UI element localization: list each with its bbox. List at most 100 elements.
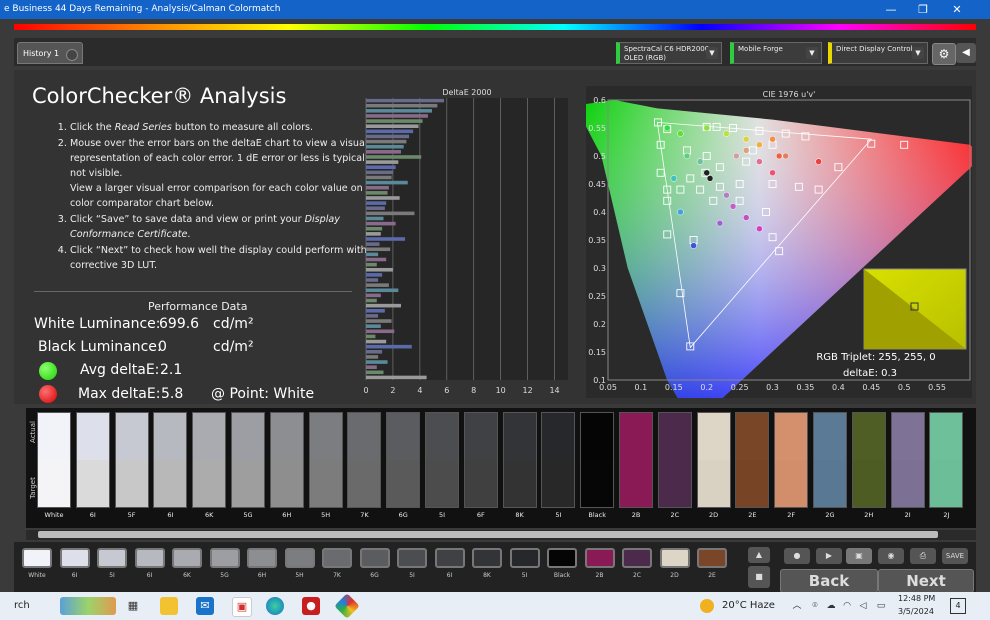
color-swatch[interactable] (425, 412, 459, 508)
color-swatch[interactable] (308, 412, 343, 508)
color-swatch[interactable] (269, 412, 304, 508)
measured-point[interactable] (733, 152, 740, 160)
store-icon[interactable]: ▣ (232, 597, 252, 617)
delta-bar[interactable] (366, 165, 396, 170)
save-button[interactable]: SAVE (942, 548, 968, 564)
minimize-button[interactable]: — (874, 0, 908, 19)
clock-date[interactable]: 3/5/2024 (898, 607, 934, 616)
color-swatch[interactable] (890, 412, 925, 508)
delta-bar[interactable] (366, 175, 392, 180)
print-icon[interactable]: ⎙ (910, 548, 936, 564)
clock-time[interactable]: 12:48 PM (898, 594, 935, 603)
stop-icon[interactable]: ■ (748, 566, 770, 588)
maximize-button[interactable]: ❐ (906, 0, 940, 19)
delta-bar[interactable] (366, 247, 391, 252)
delta-bar[interactable] (366, 262, 377, 267)
delta-bar[interactable] (366, 170, 393, 175)
strip-patch[interactable] (584, 548, 615, 568)
strip-patch[interactable] (22, 548, 52, 568)
color-swatch[interactable] (619, 412, 653, 508)
measured-point[interactable] (742, 135, 750, 143)
delta-bar[interactable] (366, 350, 383, 354)
strip-patch[interactable] (134, 548, 165, 568)
measured-point[interactable] (663, 124, 671, 132)
delta-bar[interactable] (366, 308, 385, 313)
task-view-icon[interactable]: ▦ (124, 597, 142, 615)
color-swatch[interactable] (929, 412, 964, 508)
mail-icon[interactable]: ✉ (196, 597, 214, 615)
taskbar-search[interactable]: rch (14, 600, 30, 611)
delta-bar[interactable] (366, 273, 383, 277)
tab-close-icon[interactable] (66, 49, 78, 61)
delta-bar[interactable] (366, 103, 438, 108)
strip-patch[interactable] (434, 548, 465, 568)
strip-patch[interactable] (697, 548, 727, 568)
delta-bar[interactable] (366, 303, 402, 308)
color-swatch[interactable] (696, 412, 731, 508)
measured-point[interactable] (723, 130, 730, 137)
color-swatch[interactable] (347, 412, 382, 508)
color-swatch[interactable] (231, 412, 265, 508)
meter-dropdown[interactable]: SpectraCal C6 HDR2000 OLED (RGB) ▼ (616, 42, 722, 64)
color-swatch[interactable] (463, 412, 498, 508)
battery-icon[interactable]: ▭ (872, 597, 890, 615)
strip-patch[interactable] (322, 548, 352, 568)
delta-bar[interactable] (366, 114, 428, 118)
delta-bar[interactable] (366, 206, 385, 211)
delta-bar[interactable] (366, 355, 379, 359)
delta-bar[interactable] (366, 339, 387, 344)
measured-point[interactable] (683, 152, 691, 160)
delta-bar[interactable] (366, 150, 402, 154)
delta-bar[interactable] (366, 201, 387, 205)
delta-bar[interactable] (366, 293, 381, 298)
measured-point[interactable] (716, 219, 724, 227)
collapse-arrow-icon[interactable]: ◀ (956, 43, 976, 63)
close-button[interactable]: ✕ (940, 0, 974, 19)
measured-point[interactable] (756, 158, 763, 165)
delta-bar[interactable] (366, 298, 377, 303)
color-swatch[interactable] (153, 412, 188, 508)
source-dropdown[interactable]: Mobile Forge ▼ (730, 42, 822, 64)
delta-bar[interactable] (366, 344, 412, 349)
edge-browser-icon[interactable] (266, 597, 284, 615)
measured-point[interactable] (706, 175, 714, 182)
strip-patch[interactable] (59, 548, 90, 568)
delta-bar[interactable] (366, 278, 379, 282)
delta-bar[interactable] (366, 283, 389, 287)
delta-e-chart[interactable]: DeltaE 2000 0 2 4 6 8 10 12 14 (364, 88, 574, 400)
delta-bar[interactable] (366, 185, 389, 190)
color-swatch[interactable] (386, 412, 421, 508)
strip-patch[interactable] (622, 548, 652, 568)
measured-point[interactable] (690, 242, 697, 249)
measured-point[interactable] (769, 135, 776, 143)
measured-point[interactable] (703, 124, 710, 132)
file-explorer-icon[interactable] (160, 597, 178, 615)
color-swatch[interactable] (774, 412, 809, 508)
delta-bar[interactable] (366, 237, 406, 241)
delta-bar[interactable] (366, 257, 387, 262)
color-swatch[interactable] (502, 412, 537, 508)
stop-circle-icon[interactable]: ◉ (878, 548, 904, 564)
delta-bar[interactable] (366, 196, 400, 200)
delta-bar[interactable] (366, 124, 419, 128)
measured-point[interactable] (703, 169, 710, 177)
delta-bar[interactable] (366, 134, 410, 139)
measured-point[interactable] (677, 208, 684, 216)
delta-bar[interactable] (366, 160, 399, 164)
measured-point[interactable] (769, 169, 776, 177)
delta-bar[interactable] (366, 109, 432, 113)
color-swatch[interactable] (37, 412, 71, 508)
strip-patch[interactable] (284, 548, 315, 568)
measured-point[interactable] (696, 158, 704, 165)
measured-point[interactable] (677, 130, 684, 137)
strip-patch[interactable] (359, 548, 390, 568)
save-disk-icon[interactable]: ▣ (846, 548, 872, 564)
strip-patch[interactable] (472, 548, 502, 568)
delta-bar[interactable] (366, 216, 384, 221)
color-swatch[interactable] (75, 412, 110, 508)
measured-point[interactable] (670, 175, 678, 182)
delta-bar[interactable] (366, 129, 414, 134)
delta-bar[interactable] (366, 119, 423, 123)
record-icon[interactable]: ● (784, 548, 810, 564)
strip-patch[interactable] (97, 548, 127, 568)
